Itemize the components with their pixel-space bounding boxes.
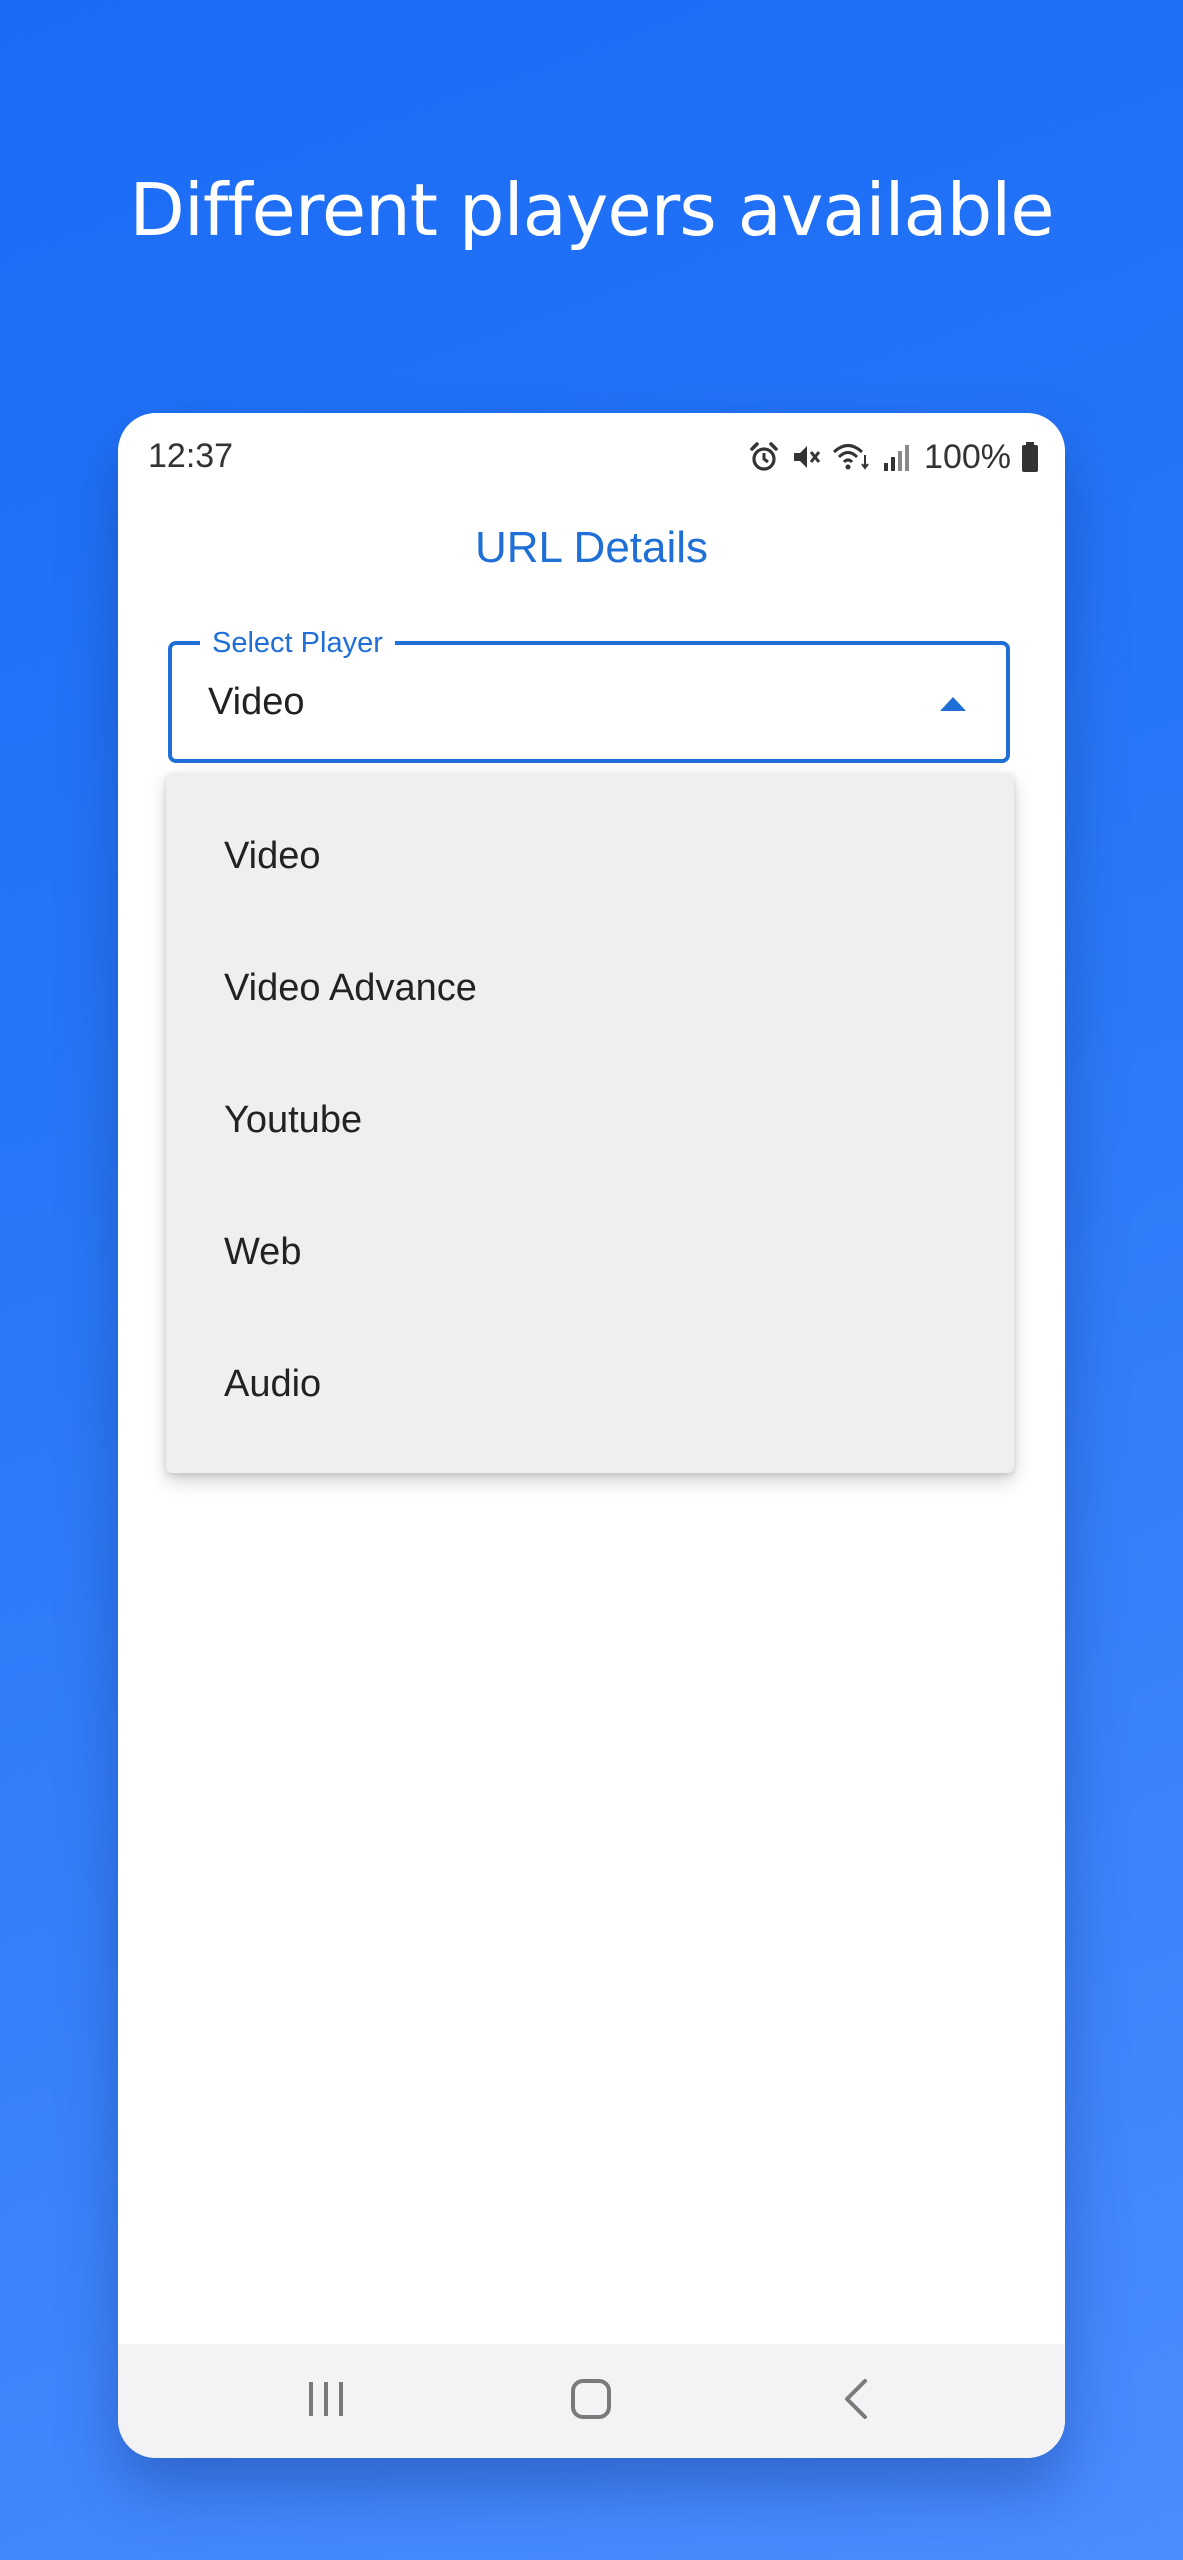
recent-apps-button[interactable] [266,2344,386,2458]
option-video[interactable]: Video [166,790,1014,922]
alarm-icon [748,441,780,473]
navigation-bar [118,2344,1065,2458]
option-audio[interactable]: Audio [166,1318,1014,1450]
signal-icon [882,441,912,473]
option-web[interactable]: Web [166,1186,1014,1318]
option-video-advance[interactable]: Video Advance [166,922,1014,1054]
home-button[interactable] [531,2344,651,2458]
battery-percentage: 100% [924,437,1011,476]
mute-icon [790,441,822,473]
recent-apps-icon [304,2379,348,2424]
select-player-value: Video [208,681,305,723]
phone-frame: 12:37 100% URL Details Select Player Vid… [118,413,1065,2458]
status-bar: 12:37 100% [118,413,1065,503]
player-options-menu: Video Video Advance Youtube Web Audio [166,773,1014,1473]
select-player-dropdown[interactable]: Select Player Video [168,623,1010,763]
promo-headline: Different players available [129,168,1054,252]
back-icon [841,2377,871,2426]
battery-icon [1021,441,1039,473]
status-icons: 100% [748,435,1039,479]
screen-title: URL Details [474,523,709,572]
option-youtube[interactable]: Youtube [166,1054,1014,1186]
status-time: 12:37 [148,437,234,475]
home-icon [569,2377,613,2426]
wifi-icon [832,441,872,473]
back-button[interactable] [796,2344,916,2458]
select-player-label: Select Player [200,623,395,663]
